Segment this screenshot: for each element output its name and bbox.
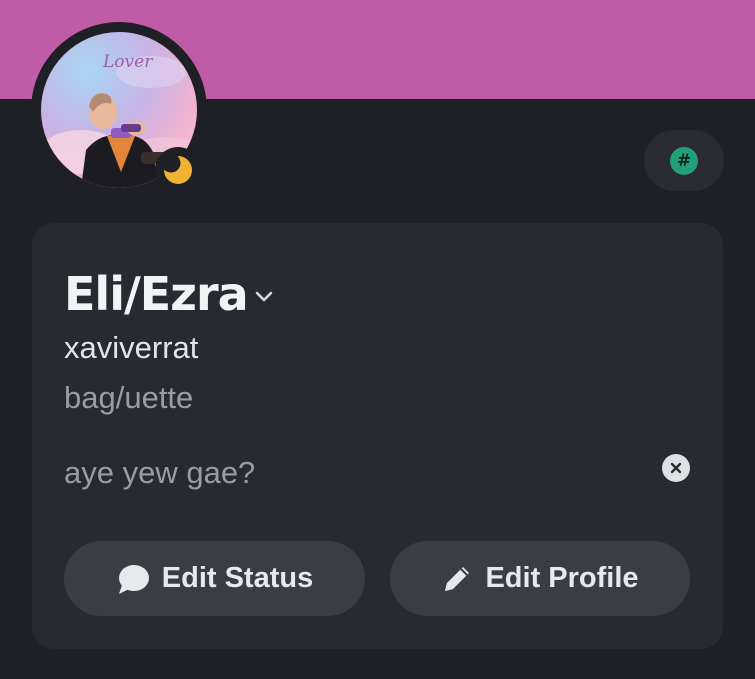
edit-profile-label: Edit Profile: [485, 562, 639, 594]
username: xaviverrat: [64, 330, 199, 365]
idle-moon-icon: [162, 154, 192, 184]
close-icon: [670, 462, 682, 474]
custom-status-text[interactable]: aye yew gae?: [64, 455, 255, 491]
display-name-row[interactable]: Eli/Ezra: [64, 267, 274, 321]
presence-indicator: [155, 147, 201, 193]
edit-status-button[interactable]: Edit Status: [64, 541, 365, 616]
clear-status-button[interactable]: [662, 454, 690, 482]
edit-status-label: Edit Status: [161, 562, 314, 594]
hashtag-badge-button[interactable]: #: [644, 130, 724, 191]
hashtag-icon: #: [670, 146, 698, 175]
avatar-lover-text: Lover: [102, 52, 153, 72]
pencil-icon: [441, 563, 473, 595]
profile-card: Eli/Ezra xaviverrat bag/uette aye yew ga…: [32, 223, 723, 649]
edit-profile-button[interactable]: Edit Profile: [390, 541, 690, 616]
pronouns: bag/uette: [64, 380, 194, 415]
chat-bubble-icon: [116, 563, 150, 595]
display-name: Eli/Ezra: [64, 267, 249, 321]
chevron-down-icon[interactable]: [254, 290, 274, 304]
